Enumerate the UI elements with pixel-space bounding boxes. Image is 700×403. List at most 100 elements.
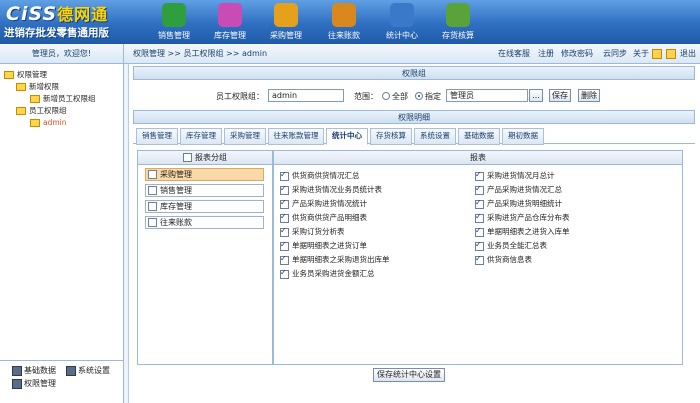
report-checkbox[interactable]: [280, 169, 289, 181]
group-checkbox[interactable]: [148, 186, 157, 195]
employee-group-input[interactable]: [268, 89, 344, 102]
logo-text: CiSS: [6, 3, 58, 25]
select-all-groups-checkbox[interactable]: [183, 153, 192, 162]
nav-inventory-label: 库存管理: [214, 31, 246, 40]
group-row-sales[interactable]: 销售管理: [145, 184, 264, 197]
report-checkbox[interactable]: [475, 211, 484, 223]
scope-all-radio[interactable]: [382, 92, 390, 100]
group-checkbox[interactable]: [148, 218, 157, 227]
report-checkbox[interactable]: [280, 197, 289, 209]
report-checkbox[interactable]: [475, 225, 484, 237]
top-bar: 管理员，欢迎您! 权限管理 >> 员工权限组 >> admin 在线客服 注册 …: [0, 44, 700, 64]
report-item[interactable]: 业务员全能汇总表: [475, 239, 547, 252]
link-cloud-sync[interactable]: 云同步: [603, 44, 627, 64]
link-register[interactable]: 注册: [538, 44, 554, 64]
nav-purchase[interactable]: 采购管理: [260, 2, 312, 42]
nav-inventory[interactable]: 库存管理: [204, 2, 256, 42]
tab-opening-data[interactable]: 期初数据: [502, 128, 544, 145]
group-row-accounts[interactable]: 往来账款: [145, 216, 264, 229]
report-checkbox[interactable]: [280, 225, 289, 237]
logo-cn-text: 德网通: [57, 5, 109, 24]
tab-inventory[interactable]: 库存管理: [180, 128, 222, 145]
nav-statistics[interactable]: 统计中心: [376, 2, 428, 42]
nav-stock-accounting[interactable]: 存货核算: [432, 2, 484, 42]
panel-splitter[interactable]: [124, 64, 129, 403]
save-button[interactable]: 保存: [549, 89, 571, 102]
report-item[interactable]: 采购订货分析表: [280, 225, 345, 238]
report-item[interactable]: 供货商供货产品明细表: [280, 211, 367, 224]
report-label: 业务员采购进货金额汇总: [292, 269, 375, 278]
report-checkbox[interactable]: [475, 169, 484, 181]
report-checkbox[interactable]: [280, 211, 289, 223]
tree-item-add-employee-group[interactable]: 新增员工权限组: [30, 94, 96, 104]
tab-sales[interactable]: 销售管理: [136, 128, 178, 145]
report-item[interactable]: 采购进货情况月总计: [475, 169, 555, 182]
report-item[interactable]: 供货商供货情况汇总: [280, 169, 360, 182]
report-group-panel: 报表分组 采购管理 销售管理 库存管理 往来账款: [137, 150, 273, 365]
report-header: 报表: [274, 151, 682, 165]
report-checkbox[interactable]: [280, 239, 289, 251]
group-checkbox[interactable]: [148, 202, 157, 211]
report-item[interactable]: 采购进货产品仓库分布表: [475, 211, 570, 224]
folder-icon: [30, 95, 40, 103]
report-item[interactable]: 单据明细表之进货入库单: [475, 225, 570, 238]
report-item[interactable]: 供货商信息表: [475, 253, 532, 266]
breadcrumb: 权限管理 >> 员工权限组 >> admin: [133, 49, 268, 58]
upload-icon[interactable]: [652, 49, 662, 59]
report-checkbox[interactable]: [475, 253, 484, 265]
group-label: 采购管理: [160, 170, 192, 179]
scope-specified-radio[interactable]: [415, 92, 423, 100]
tree-root[interactable]: 权限管理: [4, 70, 47, 80]
scope-browse-button[interactable]: ...: [529, 89, 543, 102]
tab-system-settings[interactable]: 系统设置: [414, 128, 456, 145]
report-item[interactable]: 单据明细表之进货订单: [280, 239, 367, 252]
report-checkbox[interactable]: [280, 183, 289, 195]
report-item[interactable]: 产品采购进货情况汇总: [475, 183, 562, 196]
tree-item-employee-groups[interactable]: 员工权限组: [16, 106, 67, 116]
tab-stock-accounting[interactable]: 存货核算: [370, 128, 412, 145]
report-checkbox[interactable]: [280, 253, 289, 265]
tab-purchase[interactable]: 采购管理: [224, 128, 266, 145]
tab-statistics[interactable]: 统计中心: [326, 128, 368, 145]
tree-item-label: admin: [43, 118, 67, 127]
tree-item-add-permission[interactable]: 新增权限: [16, 82, 59, 92]
menu-basic-data[interactable]: 基础数据: [12, 365, 56, 376]
report-item[interactable]: 产品采购进货明细统计: [475, 197, 562, 210]
group-row-purchase[interactable]: 采购管理: [145, 168, 264, 181]
menu-permission-management[interactable]: 权限管理: [12, 378, 56, 389]
group-row-inventory[interactable]: 库存管理: [145, 200, 264, 213]
report-checkbox[interactable]: [280, 267, 289, 279]
menu-system-settings[interactable]: 系统设置: [66, 365, 110, 376]
nav-sales[interactable]: 销售管理: [148, 2, 200, 42]
report-item[interactable]: 业务员采购进货金额汇总: [280, 267, 375, 280]
tab-accounts[interactable]: 往来账款管理: [268, 128, 324, 145]
folder-icon: [16, 107, 26, 115]
tree-root-label: 权限管理: [17, 70, 47, 79]
link-online-service[interactable]: 在线客服: [498, 44, 530, 64]
tab-basic-data[interactable]: 基础数据: [458, 128, 500, 145]
delete-button[interactable]: 删除: [578, 89, 600, 102]
report-checkbox[interactable]: [475, 183, 484, 195]
welcome-text: 管理员，欢迎您!: [0, 44, 124, 64]
report-label: 供货商供货产品明细表: [292, 213, 367, 222]
tree-item-label: 员工权限组: [29, 106, 67, 115]
tree-item-admin[interactable]: admin: [30, 118, 67, 128]
link-logout[interactable]: 退出: [680, 44, 696, 64]
permission-detail-title: 权限明细: [133, 110, 695, 124]
report-item[interactable]: 单据明细表之采购退货出库单: [280, 253, 390, 266]
nav-accounts[interactable]: 往来账款: [318, 2, 370, 42]
link-about[interactable]: 关于: [633, 44, 649, 64]
report-item[interactable]: 采购进货情况业务员统计表: [280, 183, 382, 196]
sales-icon: [162, 3, 186, 27]
accounts-icon: [332, 3, 356, 27]
report-label: 采购订货分析表: [292, 227, 345, 236]
group-checkbox[interactable]: [148, 170, 157, 179]
scope-input[interactable]: [446, 89, 528, 102]
key-icon[interactable]: [666, 49, 676, 59]
save-statistics-settings-button[interactable]: 保存统计中心设置: [373, 368, 445, 382]
report-checkbox[interactable]: [475, 197, 484, 209]
report-label: 产品采购进货情况汇总: [487, 185, 562, 194]
report-item[interactable]: 产品采购进货情况统计: [280, 197, 367, 210]
report-checkbox[interactable]: [475, 239, 484, 251]
link-change-password[interactable]: 修改密码: [561, 44, 593, 64]
